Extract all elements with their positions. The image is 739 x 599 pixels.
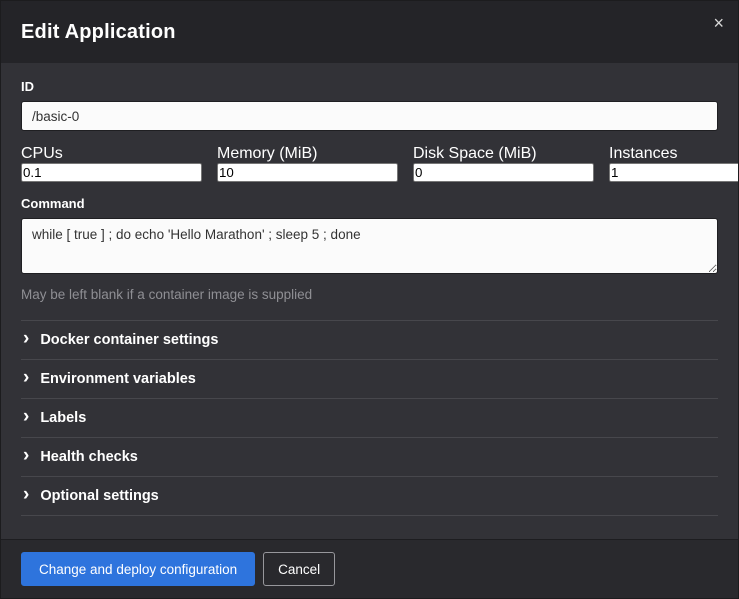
command-help-text: May be left blank if a container image i… xyxy=(21,287,718,302)
cpus-field-group: CPUs xyxy=(21,145,202,182)
resources-row: CPUs Memory (MiB) Disk Space (MiB) Insta… xyxy=(21,145,718,182)
id-label: ID xyxy=(21,79,718,94)
command-field-group: Command while [ true ] ; do echo 'Hello … xyxy=(21,196,718,302)
section-health-checks[interactable]: › Health checks xyxy=(21,437,718,476)
cpus-label: CPUs xyxy=(21,145,63,162)
section-optional-settings[interactable]: › Optional settings xyxy=(21,476,718,516)
modal-header: Edit Application × xyxy=(1,1,738,63)
command-input[interactable]: while [ true ] ; do echo 'Hello Marathon… xyxy=(21,218,718,274)
disk-space-label: Disk Space (MiB) xyxy=(413,145,537,162)
cpus-input[interactable] xyxy=(21,163,202,182)
command-label: Command xyxy=(21,196,718,211)
section-environment-variables[interactable]: › Environment variables xyxy=(21,359,718,398)
memory-input[interactable] xyxy=(217,163,398,182)
chevron-right-icon: › xyxy=(23,332,29,346)
change-and-deploy-button[interactable]: Change and deploy configuration xyxy=(21,552,255,586)
instances-field-group: Instances xyxy=(609,145,738,182)
section-labels[interactable]: › Labels xyxy=(21,398,718,437)
chevron-right-icon: › xyxy=(23,371,29,385)
chevron-right-icon: › xyxy=(23,449,29,463)
close-icon[interactable]: × xyxy=(713,14,724,32)
edit-application-modal: Edit Application × ID CPUs Memory (MiB) … xyxy=(0,0,739,599)
id-input[interactable] xyxy=(21,101,718,131)
memory-field-group: Memory (MiB) xyxy=(217,145,398,182)
modal-title: Edit Application xyxy=(21,21,176,44)
id-field-group: ID xyxy=(21,79,718,131)
chevron-right-icon: › xyxy=(23,488,29,502)
collapsible-sections: › Docker container settings › Environmen… xyxy=(21,320,718,516)
section-label-health-checks: Health checks xyxy=(40,449,138,465)
instances-input[interactable] xyxy=(609,163,738,182)
section-label-environment-variables: Environment variables xyxy=(40,371,196,387)
memory-label: Memory (MiB) xyxy=(217,145,317,162)
disk-space-field-group: Disk Space (MiB) xyxy=(413,145,594,182)
section-label-optional-settings: Optional settings xyxy=(40,488,158,504)
chevron-right-icon: › xyxy=(23,410,29,424)
section-label-docker-container-settings: Docker container settings xyxy=(40,332,218,348)
edit-application-form: ID CPUs Memory (MiB) Disk Space (MiB) In… xyxy=(1,63,738,539)
section-docker-container-settings[interactable]: › Docker container settings xyxy=(21,320,718,359)
disk-space-input[interactable] xyxy=(413,163,594,182)
modal-footer: Change and deploy configuration Cancel xyxy=(1,539,738,598)
instances-label: Instances xyxy=(609,145,677,162)
cancel-button[interactable]: Cancel xyxy=(263,552,335,586)
section-label-labels: Labels xyxy=(40,410,86,426)
